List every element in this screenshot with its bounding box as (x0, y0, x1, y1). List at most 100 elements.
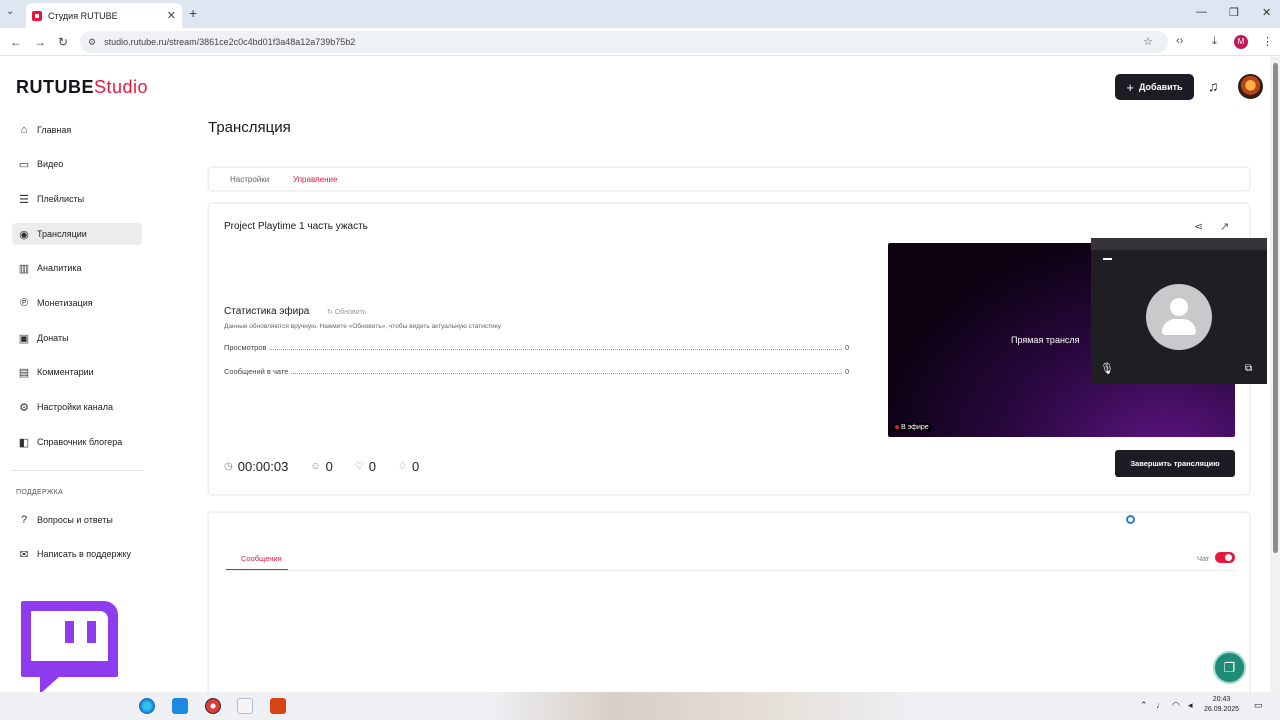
url-text: studio.rutube.ru/stream/3861ce2c0c4bd01f… (104, 37, 356, 47)
site-info-icon[interactable]: ⚙ (88, 37, 96, 48)
back-icon[interactable]: ← (10, 35, 22, 49)
new-tab-button[interactable]: + (189, 5, 197, 21)
guide-icon: ◧ (18, 436, 30, 449)
bookmark-star-icon[interactable]: ☆ (1143, 35, 1153, 48)
tray-network-icon[interactable]: ◠ (1172, 700, 1180, 711)
os-taskbar: ⌃ ♩ ◠ ◂ 20:43 26.09.2025 ▭ (0, 692, 1280, 720)
sidebar-item-donates[interactable]: ▣ Донаты (12, 327, 142, 349)
sidebar-item-write-support[interactable]: ✉ Написать в поддержку (12, 543, 142, 565)
explorer-app-icon[interactable] (237, 698, 253, 714)
tab-menu-icon[interactable]: ⌄ (6, 6, 14, 17)
obs-app-icon[interactable] (205, 698, 221, 714)
sidebar-item-blogger-guide[interactable]: ◧ Справочник блогера (12, 431, 142, 453)
game-app-icon[interactable] (270, 698, 286, 714)
browser-profile-avatar[interactable]: M (1234, 35, 1248, 49)
page-scrollbar[interactable] (1270, 57, 1280, 692)
scrollbar-thumb[interactable] (1273, 63, 1278, 553)
analytics-icon: ▥ (18, 262, 30, 275)
broadcast-icon: ◉ (19, 228, 29, 241)
metric-viewers: ☺ 0 (310, 459, 332, 474)
notifications-bell-icon[interactable]: ♫ (1208, 78, 1219, 94)
share-icon[interactable]: ⋖ (1194, 220, 1203, 233)
sidebar-item-label: Главная (37, 125, 72, 135)
stats-note: Данные обновляются вручную. Нажмите «Обн… (224, 323, 501, 330)
minimize-window-icon[interactable]: — (1196, 6, 1207, 18)
notifications-center-icon[interactable]: ▭ (1254, 700, 1263, 711)
metric-likes: ♡ 0 (355, 459, 376, 474)
sidebar-item-home[interactable]: ⌂ Главная (12, 119, 142, 141)
reload-icon[interactable]: ↻ (58, 35, 68, 49)
restore-window-icon[interactable]: ❐ (1229, 6, 1239, 19)
close-window-icon[interactable]: ✕ (1262, 6, 1271, 19)
monetization-icon: ℗ (19, 297, 29, 309)
player-placeholder-text: Прямая трансля (1011, 335, 1080, 345)
chat-toggle[interactable] (1215, 552, 1235, 563)
user-placeholder-icon (1146, 284, 1212, 350)
sidebar-item-label: Написать в поддержку (37, 549, 132, 559)
add-button[interactable]: + Добавить (1115, 74, 1194, 100)
rutube-favicon-icon (32, 10, 42, 21)
refresh-icon: ↻ (327, 309, 333, 316)
video-icon: ▭ (18, 158, 30, 171)
dislike-icon: ♢ (398, 461, 407, 472)
stat-leader-dots (291, 373, 843, 374)
viewers-value: 0 (325, 459, 333, 474)
edge-browser-icon[interactable] (139, 698, 155, 714)
playlist-icon: ☰ (19, 193, 29, 206)
sidebar-item-label: Вопросы и ответы (37, 515, 113, 525)
sidebar-item-label: Плейлисты (37, 194, 85, 204)
address-bar[interactable]: ⚙ studio.rutube.ru/stream/3861ce2c0c4bd0… (80, 31, 1168, 53)
clock-date: 26.09.2025 (1204, 706, 1240, 713)
stat-leader-dots (269, 349, 843, 350)
forward-icon[interactable]: → (34, 35, 46, 49)
store-app-icon[interactable] (172, 698, 188, 714)
twitch-logo-bar-right (87, 621, 96, 643)
download-icon[interactable]: ⤓ (1212, 35, 1217, 48)
sidebar-item-monetization[interactable]: ℗ Монетизация (12, 292, 142, 314)
user-avatar[interactable] (1238, 74, 1263, 99)
browser-menu-icon[interactable]: ⋮ (1262, 35, 1273, 48)
sidebar-item-channel-settings[interactable]: ⚙ Настройки канала (12, 396, 142, 418)
close-tab-icon[interactable]: ✕ (167, 9, 176, 22)
browser-tab[interactable]: Студия RUTUBE ✕ (26, 3, 182, 28)
donate-icon: ▣ (18, 332, 30, 345)
camera-preview-window[interactable]: 🎙 ⧉ (1091, 238, 1267, 384)
tab-messages[interactable]: Сообщения (241, 554, 282, 563)
mail-icon: ✉ (19, 548, 29, 561)
sidebar-item-label: Комментарии (37, 367, 94, 377)
picture-in-picture-icon[interactable]: ⧉ (1245, 363, 1252, 374)
browser-tab-bar: ⌄ Студия RUTUBE ✕ + — ❐ ✕ (0, 0, 1280, 28)
tab-settings[interactable]: Настройки (230, 175, 269, 184)
sidebar-item-video[interactable]: ▭ Видео (12, 153, 142, 175)
stat-row-views: Просмотров 0 (224, 340, 849, 352)
sidebar-item-analytics[interactable]: ▥ Аналитика (12, 257, 142, 279)
code-icon[interactable]: ‹› (1176, 35, 1183, 47)
stat-row-chat-messages: Сообщений в чате 0 (224, 364, 849, 376)
minimize-preview-icon[interactable] (1103, 258, 1112, 260)
stat-value: 0 (845, 345, 849, 352)
microphone-icon[interactable]: 🎙 (1100, 362, 1114, 375)
browser-toolbar: ← → ↻ ⚙ studio.rutube.ru/stream/3861ce2c… (0, 28, 1280, 56)
open-external-icon[interactable]: ↗ (1220, 220, 1229, 233)
tray-chevron-icon[interactable]: ⌃ (1140, 700, 1148, 711)
tab-management[interactable]: Управление (293, 175, 337, 184)
refresh-stats-button[interactable]: ↻ Обновить (327, 308, 367, 316)
sidebar-item-faq[interactable]: ? Вопросы и ответы (12, 509, 142, 531)
tray-volume-icon[interactable]: ◂ (1188, 700, 1193, 711)
taskbar-clock[interactable]: 20:43 26.09.2025 (1204, 695, 1239, 715)
logo-main: RUTUBE (16, 77, 94, 97)
faq-icon: ? (20, 514, 28, 526)
sidebar-item-label: Видео (37, 159, 64, 169)
gear-icon: ⚙ (19, 401, 29, 414)
rutube-studio-logo[interactable]: RUTUBEStudio (16, 77, 148, 98)
sidebar-item-comments[interactable]: ▤ Комментарии (12, 361, 142, 383)
sidebar-item-broadcasts[interactable]: ◉ Трансляции (12, 223, 142, 245)
chat-divider (226, 570, 1236, 571)
help-chat-button[interactable]: ❐ (1213, 651, 1246, 684)
like-icon: ♡ (354, 461, 364, 472)
tray-mic-icon[interactable]: ♩ (1156, 700, 1165, 710)
stat-label: Сообщений в чате (224, 367, 289, 376)
plus-icon: + (1126, 79, 1134, 95)
sidebar-item-playlists[interactable]: ☰ Плейлисты (12, 188, 142, 210)
end-stream-button[interactable]: Завершить трансляцию (1115, 450, 1235, 477)
